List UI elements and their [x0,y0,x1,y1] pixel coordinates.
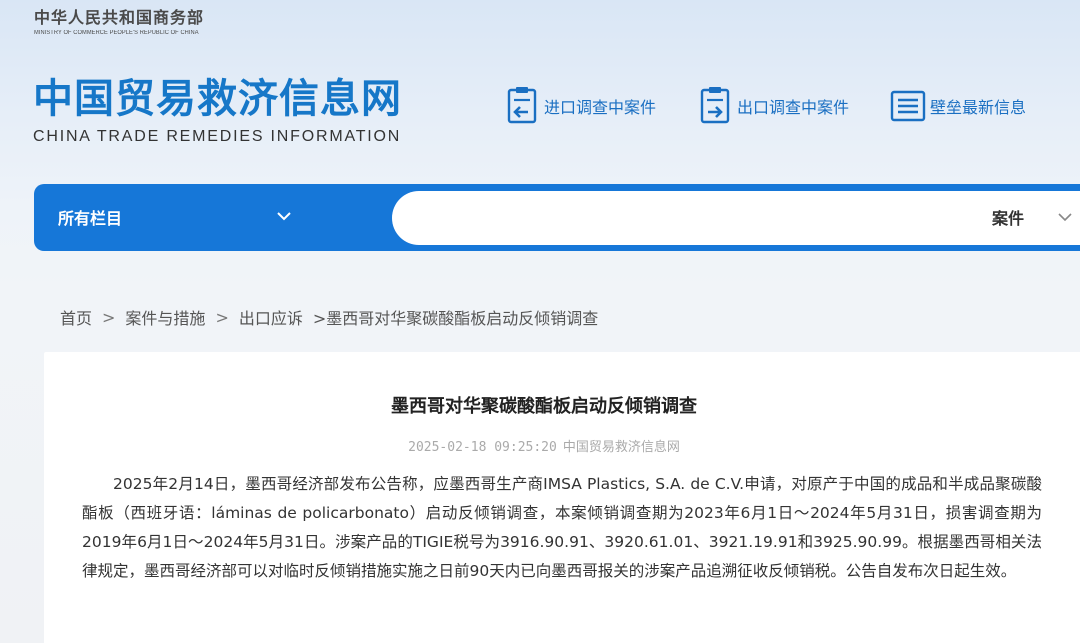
search-type-select[interactable]: 案件 [992,205,1024,229]
breadcrumb-export-response[interactable]: 出口应诉 [239,305,303,329]
article-card: 墨西哥对华聚碳酸酯板启动反倾销调查 2025-02-18 09:25:20 中国贸… [44,352,1080,643]
breadcrumb: 首页 > 案件与措施 > 出口应诉 >墨西哥对华聚碳酸酯板启动反倾销调查 [60,305,598,329]
article-source: 中国贸易救济信息网 [562,440,680,455]
import-case-icon [507,87,537,124]
category-select[interactable]: 所有栏目 [58,205,122,229]
quick-link-label: 壁垒最新信息 [930,98,1027,117]
quick-link-barrier-news[interactable]: 壁垒最新信息 [890,86,1026,126]
quick-link-label: 出口调查中案件 [737,98,850,117]
quick-link-label: 进口调查中案件 [544,98,657,117]
breadcrumb-current: >墨西哥对华聚碳酸酯板启动反倾销调查 [312,309,599,328]
breadcrumb-separator: > [215,307,229,327]
site-logo[interactable]: 中国贸易救济信息网 CHINA TRADE REMEDIES INFORMATI… [33,76,402,146]
ministry-header[interactable]: 中华人民共和国商务部 MINISTRY OF COMMERCE PEOPLE'S… [34,4,207,36]
search-input[interactable] [392,191,1080,245]
breadcrumb-home[interactable]: 首页 [60,305,92,329]
site-name-en: CHINA TRADE REMEDIES INFORMATION [33,128,402,145]
site-name-cn: 中国贸易救济信息网 [33,76,402,122]
article-meta: 2025-02-18 09:25:20 中国贸易救济信息网 [44,436,1044,455]
article-datetime: 2025-02-18 09:25:20 [408,440,557,455]
quick-link-import-cases[interactable]: 进口调查中案件 [504,86,656,126]
chevron-down-icon[interactable] [274,206,294,226]
barrier-news-icon [890,90,926,122]
breadcrumb-separator: > [102,307,116,327]
search-bar: 所有栏目 案件 [34,184,1080,251]
article-title: 墨西哥对华聚碳酸酯板启动反倾销调查 [391,396,697,417]
chevron-down-icon[interactable] [1056,208,1074,226]
article-body: 2025年2月14日，墨西哥经济部发布公告称，应墨西哥生产商IMSA Plast… [82,475,1042,580]
ministry-name-en: MINISTRY OF COMMERCE PEOPLE'S REPUBLIC O… [34,30,199,36]
ministry-name-cn: 中华人民共和国商务部 [34,8,205,27]
breadcrumb-cases-measures[interactable]: 案件与措施 [125,305,205,329]
quick-link-export-cases[interactable]: 出口调查中案件 [697,86,849,126]
export-case-icon [700,87,730,124]
